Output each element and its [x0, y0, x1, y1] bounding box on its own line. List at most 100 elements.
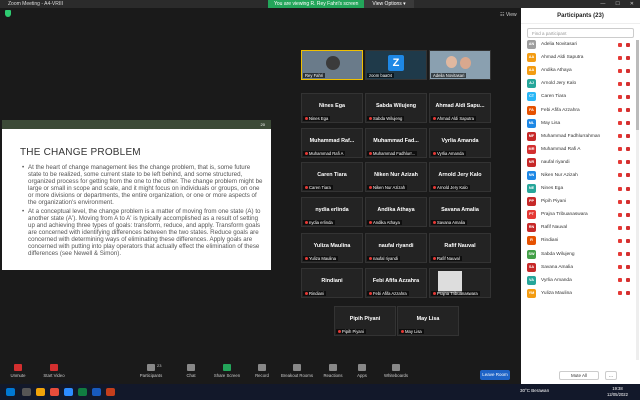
file-explorer-icon[interactable]: [36, 388, 45, 396]
close-button[interactable]: ✕: [630, 1, 634, 7]
start-video-label: Start Video: [43, 373, 65, 378]
maximize-button[interactable]: ☐: [615, 1, 619, 7]
video-tile[interactable]: Febi Afifa Azzahra Febi Afifa Azzahra: [365, 268, 427, 298]
video-tile[interactable]: Sabda Wilujeng Sabda Wilujeng: [365, 93, 427, 123]
video-tile[interactable]: Niken Nur Azizah Niken Nur Azizah: [365, 162, 427, 192]
video-tile[interactable]: Andika Athaya Andika Athaya: [365, 197, 427, 227]
participant-row[interactable]: PP Pipih Piyani: [521, 195, 640, 208]
participant-row[interactable]: NR naufal riyandi: [521, 156, 640, 169]
participant-row[interactable]: CT Caren Tiara: [521, 90, 640, 103]
system-clock[interactable]: 19:38 12/05/2022: [607, 386, 628, 397]
participant-row[interactable]: YM Yuliza Maulina: [521, 287, 640, 300]
tile-name: naufal riyandi: [378, 243, 414, 249]
microphone-muted-icon: [618, 252, 622, 257]
minimize-button[interactable]: —: [600, 1, 605, 7]
participant-name: Adelia Novitasari: [541, 42, 577, 48]
excel-icon[interactable]: [78, 388, 87, 396]
participant-row[interactable]: AN Adelia Novitasari: [521, 38, 640, 51]
video-tile[interactable]: Arnold Jery Kalo Arnold Jery Kalo: [429, 162, 491, 192]
tile-label: Adeila Novitasari: [431, 73, 467, 78]
tile-label-text: Muhammad Fadhlurr...: [373, 151, 416, 156]
participant-row[interactable]: SW Sabda Wilujeng: [521, 248, 640, 261]
video-tile[interactable]: Nines Ega Nines Ega: [301, 93, 363, 123]
video-off-icon: [626, 134, 630, 139]
tile-name: Sabda Wilujeng: [375, 103, 417, 109]
participant-row[interactable]: ML May Lisa: [521, 117, 640, 130]
participant-row[interactable]: AA Andika Athaya: [521, 64, 640, 77]
participant-scrollbar[interactable]: [636, 40, 639, 360]
microphone-muted-icon: [369, 117, 372, 121]
participants-button[interactable]: Participants: [136, 364, 166, 378]
video-tile[interactable]: naufal riyandi naufal riyandi: [365, 233, 427, 263]
participant-avatar: YM: [527, 288, 536, 298]
participant-row[interactable]: RN Rafif Nauval: [521, 221, 640, 234]
participant-row[interactable]: SA Savana Amalia: [521, 261, 640, 274]
video-tile[interactable]: Ahmad Aldi Sapu... Ahmad Aldi Saputra: [429, 93, 491, 123]
participant-row[interactable]: AA Ahmad Aldi Saputra: [521, 51, 640, 64]
mute-all-button[interactable]: Mute All: [559, 371, 599, 380]
video-tile[interactable]: Caren Tiara Caren Tiara: [301, 162, 363, 192]
video-tile[interactable]: Adeila Novitasari: [429, 50, 491, 80]
view-options-button[interactable]: View Options ▾: [364, 0, 414, 8]
tile-name: Rindiani: [321, 278, 343, 284]
leave-room-button[interactable]: Leave Room: [480, 370, 510, 380]
video-tile[interactable]: Rafif Nauval Rafif Nauval: [429, 233, 491, 263]
participant-row[interactable]: MF Muhammad Fadhlurrahman: [521, 130, 640, 143]
video-tile[interactable]: Vyrlia Amanda Vyrlia Amanda: [429, 128, 491, 158]
video-tile[interactable]: Rindiani Rindiani: [301, 268, 363, 298]
participant-name: Niken Nur Azizah: [541, 172, 578, 178]
windows-start-icon[interactable]: [6, 388, 15, 396]
tile-name: Rafif Nauval: [444, 243, 476, 249]
video-tile[interactable]: May Lisa May Lisa: [397, 306, 459, 336]
participant-avatar: MF: [527, 131, 536, 141]
video-tile[interactable]: Muhammad Fad... Muhammad Fadhlurr...: [365, 128, 427, 158]
participant-name: Yuliza Maulina: [541, 290, 572, 296]
microphone-muted-icon: [618, 225, 622, 230]
tile-label: naufal riyandi: [367, 256, 400, 261]
video-off-icon: [626, 212, 630, 217]
reactions-button[interactable]: Reactions: [322, 364, 344, 378]
video-tile[interactable]: Z zoom baa04: [365, 50, 427, 80]
video-tile[interactable]: Pipih Piyani Pipih Piyani: [334, 306, 396, 336]
tile-label: nydia erlinda: [303, 220, 335, 225]
slide-bullet: At a conceptual level, the change proble…: [22, 208, 265, 258]
record-button[interactable]: Record: [254, 364, 270, 378]
chat-button[interactable]: Chat: [184, 364, 198, 378]
zoom-app-icon[interactable]: [64, 388, 73, 396]
video-tile-active-speaker[interactable]: Rey Fahri: [301, 50, 363, 80]
participant-row[interactable]: VA Vyrlia Amanda: [521, 274, 640, 287]
record-label: Record: [255, 373, 269, 378]
view-button[interactable]: ☷ View: [500, 12, 517, 18]
powerpoint-icon[interactable]: [106, 388, 115, 396]
video-tile[interactable]: Muhammad Raf... Muhammad Rafi A: [301, 128, 363, 158]
browser-icon[interactable]: [50, 388, 59, 396]
video-off-icon: [626, 186, 630, 191]
whiteboards-button[interactable]: Whiteboards: [382, 364, 410, 378]
participant-row[interactable]: R Rindiani: [521, 234, 640, 247]
microphone-muted-icon: [618, 238, 622, 243]
tile-name: Ahmad Aldi Sapu...: [435, 103, 485, 109]
participant-name: Febi Afifa Azzahra: [541, 107, 580, 113]
participant-row[interactable]: PT Prajna Tribuanaswara: [521, 208, 640, 221]
participant-row[interactable]: NE Nines Ega: [521, 182, 640, 195]
search-icon[interactable]: [22, 388, 31, 396]
participant-row[interactable]: NN Niken Nur Azizah: [521, 169, 640, 182]
shield-icon[interactable]: [5, 10, 11, 17]
start-video-button[interactable]: Start Video: [40, 364, 68, 378]
video-tile[interactable]: Prajna Tribuanaswara: [429, 268, 491, 298]
unmute-button[interactable]: Unmute: [8, 364, 28, 378]
breakout-rooms-button[interactable]: Breakout Rooms: [280, 364, 314, 378]
participant-search-input[interactable]: Find a participant: [527, 28, 634, 38]
share-screen-button[interactable]: Share Screen: [212, 364, 242, 378]
video-tile[interactable]: nydia erlinda nydia erlinda: [301, 197, 363, 227]
word-icon[interactable]: [92, 388, 101, 396]
more-options-button[interactable]: ...: [605, 371, 617, 380]
video-tile[interactable]: Savana Amalia Savana Amalia: [429, 197, 491, 227]
participant-row[interactable]: AJ Arnold Jery Kalo: [521, 77, 640, 90]
video-tile[interactable]: Yuliza Maulina Yuliza Maulina: [301, 233, 363, 263]
participant-row[interactable]: MR Muhammad Rafi A: [521, 143, 640, 156]
participant-row[interactable]: FA Febi Afifa Azzahra: [521, 103, 640, 116]
apps-button[interactable]: Apps: [355, 364, 369, 378]
video-off-icon: [626, 121, 630, 126]
weather-status[interactable]: 30°C Berawan: [520, 388, 549, 393]
